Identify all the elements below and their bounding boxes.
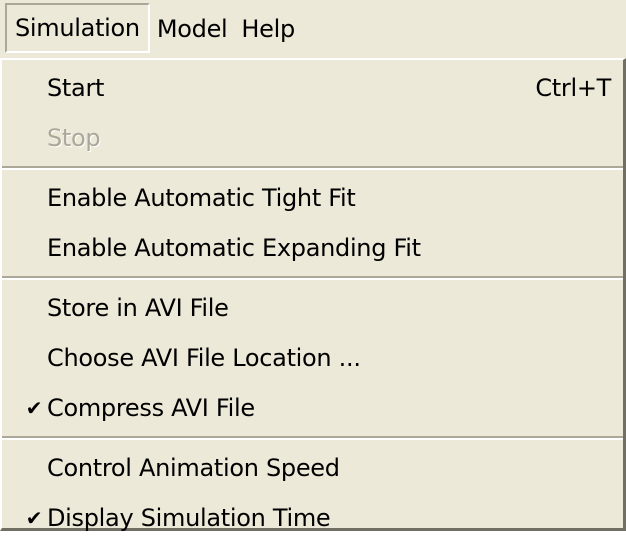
menu-item-display-simulation-time-label: Display Simulation Time xyxy=(47,504,331,532)
menu-model[interactable]: Model xyxy=(150,0,235,58)
menu-help-label: Help xyxy=(241,15,295,43)
menu-item-control-animation-speed-label: Control Animation Speed xyxy=(47,454,340,482)
menu-separator xyxy=(2,436,623,440)
menu-item-display-simulation-time[interactable]: ✔ Display Simulation Time xyxy=(2,493,623,543)
menu-item-enable-expanding-fit[interactable]: Enable Automatic Expanding Fit xyxy=(2,223,623,273)
menu-model-label: Model xyxy=(156,15,228,43)
menu-item-enable-tight-fit-label: Enable Automatic Tight Fit xyxy=(47,184,356,212)
menu-item-store-avi-label: Store in AVI File xyxy=(47,294,229,322)
menu-item-start[interactable]: Start Ctrl+T xyxy=(2,63,623,113)
menu-item-choose-avi-location-label: Choose AVI File Location ... xyxy=(47,344,361,372)
menu-item-enable-tight-fit[interactable]: Enable Automatic Tight Fit xyxy=(2,173,623,223)
menu-item-store-avi[interactable]: Store in AVI File xyxy=(2,283,623,333)
menu-simulation-label: Simulation xyxy=(15,14,140,42)
menu-item-compress-avi-label: Compress AVI File xyxy=(47,394,255,422)
checkmark-icon: ✔ xyxy=(25,396,43,420)
menu-item-stop-label: Stop xyxy=(47,124,101,152)
menu-separator xyxy=(2,276,623,280)
menu-bar: Simulation Model Help xyxy=(0,0,626,58)
menu-item-enable-expanding-fit-label: Enable Automatic Expanding Fit xyxy=(47,234,421,262)
menu-item-start-shortcut: Ctrl+T xyxy=(535,74,611,102)
checkmark-icon: ✔ xyxy=(25,506,43,530)
menu-item-start-label: Start xyxy=(47,74,105,102)
menu-simulation[interactable]: Simulation xyxy=(5,3,150,53)
simulation-dropdown-menu: Start Ctrl+T Stop Enable Automatic Tight… xyxy=(0,58,626,532)
menu-item-stop: Stop xyxy=(2,113,623,163)
menu-item-choose-avi-location[interactable]: Choose AVI File Location ... xyxy=(2,333,623,383)
menu-separator xyxy=(2,166,623,170)
menu-item-compress-avi[interactable]: ✔ Compress AVI File xyxy=(2,383,623,433)
menu-help[interactable]: Help xyxy=(234,0,302,58)
menu-item-control-animation-speed[interactable]: Control Animation Speed xyxy=(2,443,623,493)
